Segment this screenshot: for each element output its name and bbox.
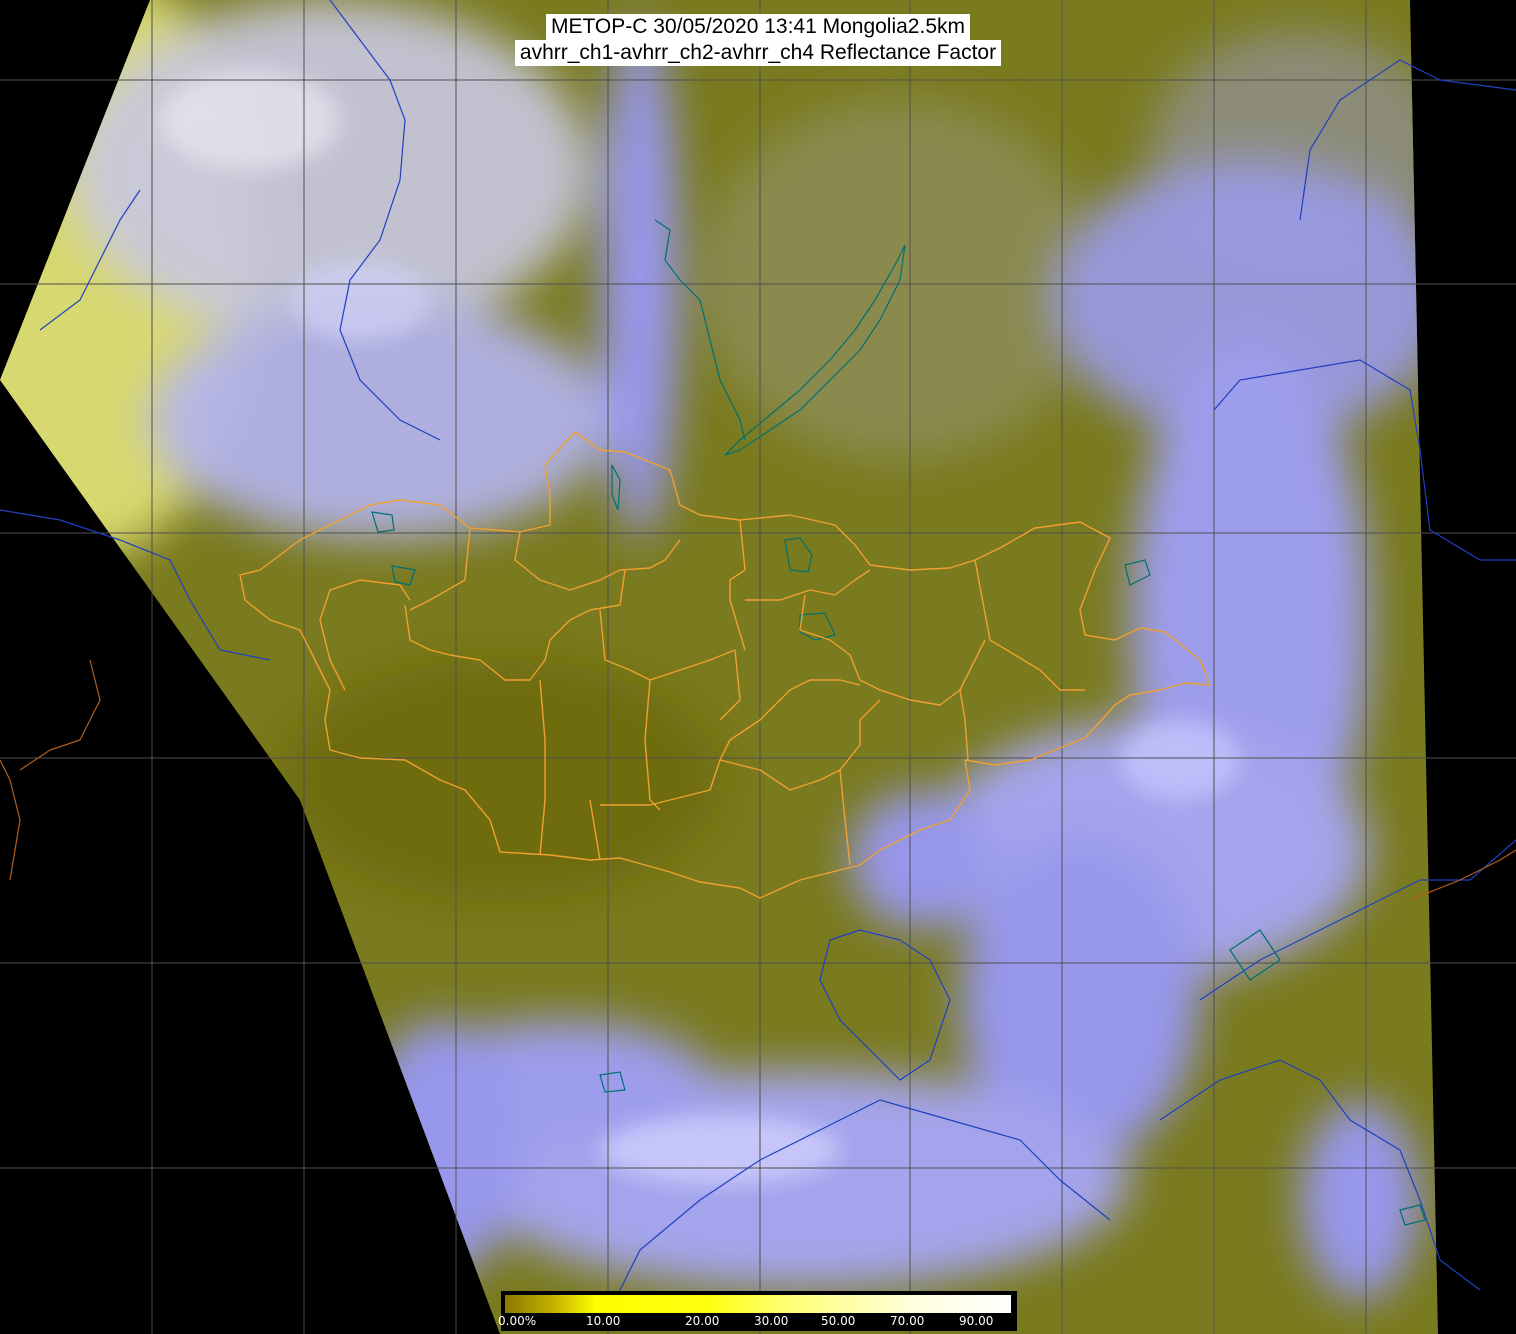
colorbar-label: 0.00% [498,1314,537,1328]
colorbar-label: 90.00 [959,1314,994,1328]
map-title: METOP-C 30/05/2020 13:41 Mongolia2.5km a… [474,14,1042,66]
colorbar-label: 10.00 [586,1314,621,1328]
satellite-map [0,0,1516,1334]
colorbar-legend: 0.00% 10.00 20.00 30.00 50.00 70.00 90.0… [498,1291,1017,1331]
colorbar-label: 50.00 [821,1314,856,1328]
colorbar-label: 70.00 [890,1314,925,1328]
colorbar-gradient [505,1295,1011,1313]
colorbar-label: 20.00 [685,1314,720,1328]
title-line-1: METOP-C 30/05/2020 13:41 Mongolia2.5km [545,14,970,40]
title-line-2: avhrr_ch1-avhrr_ch2-avhrr_ch4 Reflectanc… [514,40,1002,66]
colorbar-label: 30.00 [754,1314,789,1328]
